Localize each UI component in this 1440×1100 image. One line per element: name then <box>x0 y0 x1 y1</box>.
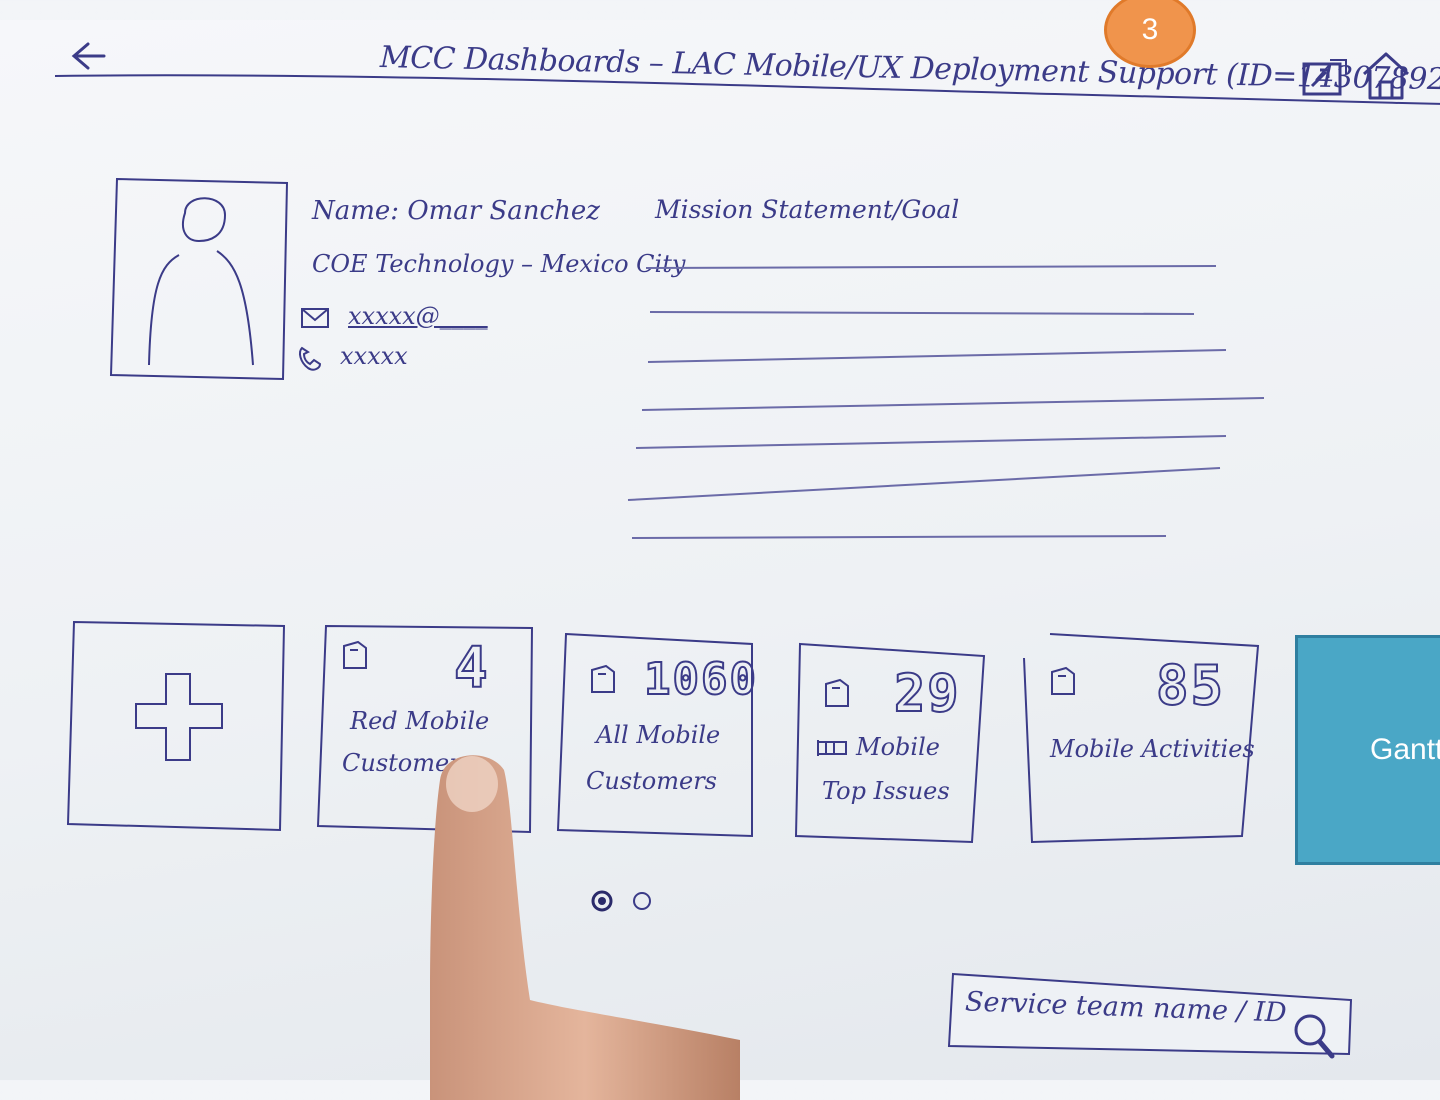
mission-title: Mission Statement/Goal <box>655 195 960 224</box>
document-icon <box>343 640 367 669</box>
document-icon <box>1051 666 1075 695</box>
flag-icon <box>817 740 847 756</box>
profile-phone: xxxxx <box>340 342 408 370</box>
tile-mobile-top-issues[interactable]: 29 Mobile Top Issues <box>794 640 988 846</box>
search-icon[interactable] <box>1292 1012 1336 1060</box>
tile-count: 85 <box>1155 653 1226 718</box>
tile-mobile-activities[interactable]: 85 Mobile Activities <box>1022 630 1262 844</box>
tile-label: Top Issues <box>822 777 950 805</box>
gantt-label: Gantt <box>1370 733 1440 766</box>
header-divider <box>55 74 1440 105</box>
share-icon[interactable] <box>1300 56 1350 98</box>
profile-name: Name: Omar Sanchez <box>312 196 600 226</box>
tile-label: Mobile Activities <box>1050 735 1255 763</box>
home-icon[interactable] <box>1360 50 1412 102</box>
document-icon <box>825 678 849 707</box>
tile-label: Red Mobile <box>350 707 490 735</box>
add-tile-button[interactable] <box>66 618 288 832</box>
mission-text-lines <box>627 265 1265 539</box>
profile-email: xxxxx@____ <box>348 302 488 330</box>
tile-label: Mobile <box>856 733 940 761</box>
back-arrow-icon[interactable] <box>68 36 108 76</box>
tile-count: 1060 <box>643 653 758 706</box>
gantt-callout[interactable]: Gantt <box>1295 635 1440 865</box>
mail-icon <box>301 308 329 328</box>
plus-icon <box>135 673 223 761</box>
phone-icon <box>299 346 322 371</box>
document-icon <box>591 664 615 693</box>
tile-count: 29 <box>893 663 961 725</box>
tile-count: 4 <box>453 635 490 702</box>
pointing-finger <box>430 755 740 1100</box>
avatar <box>109 177 289 381</box>
